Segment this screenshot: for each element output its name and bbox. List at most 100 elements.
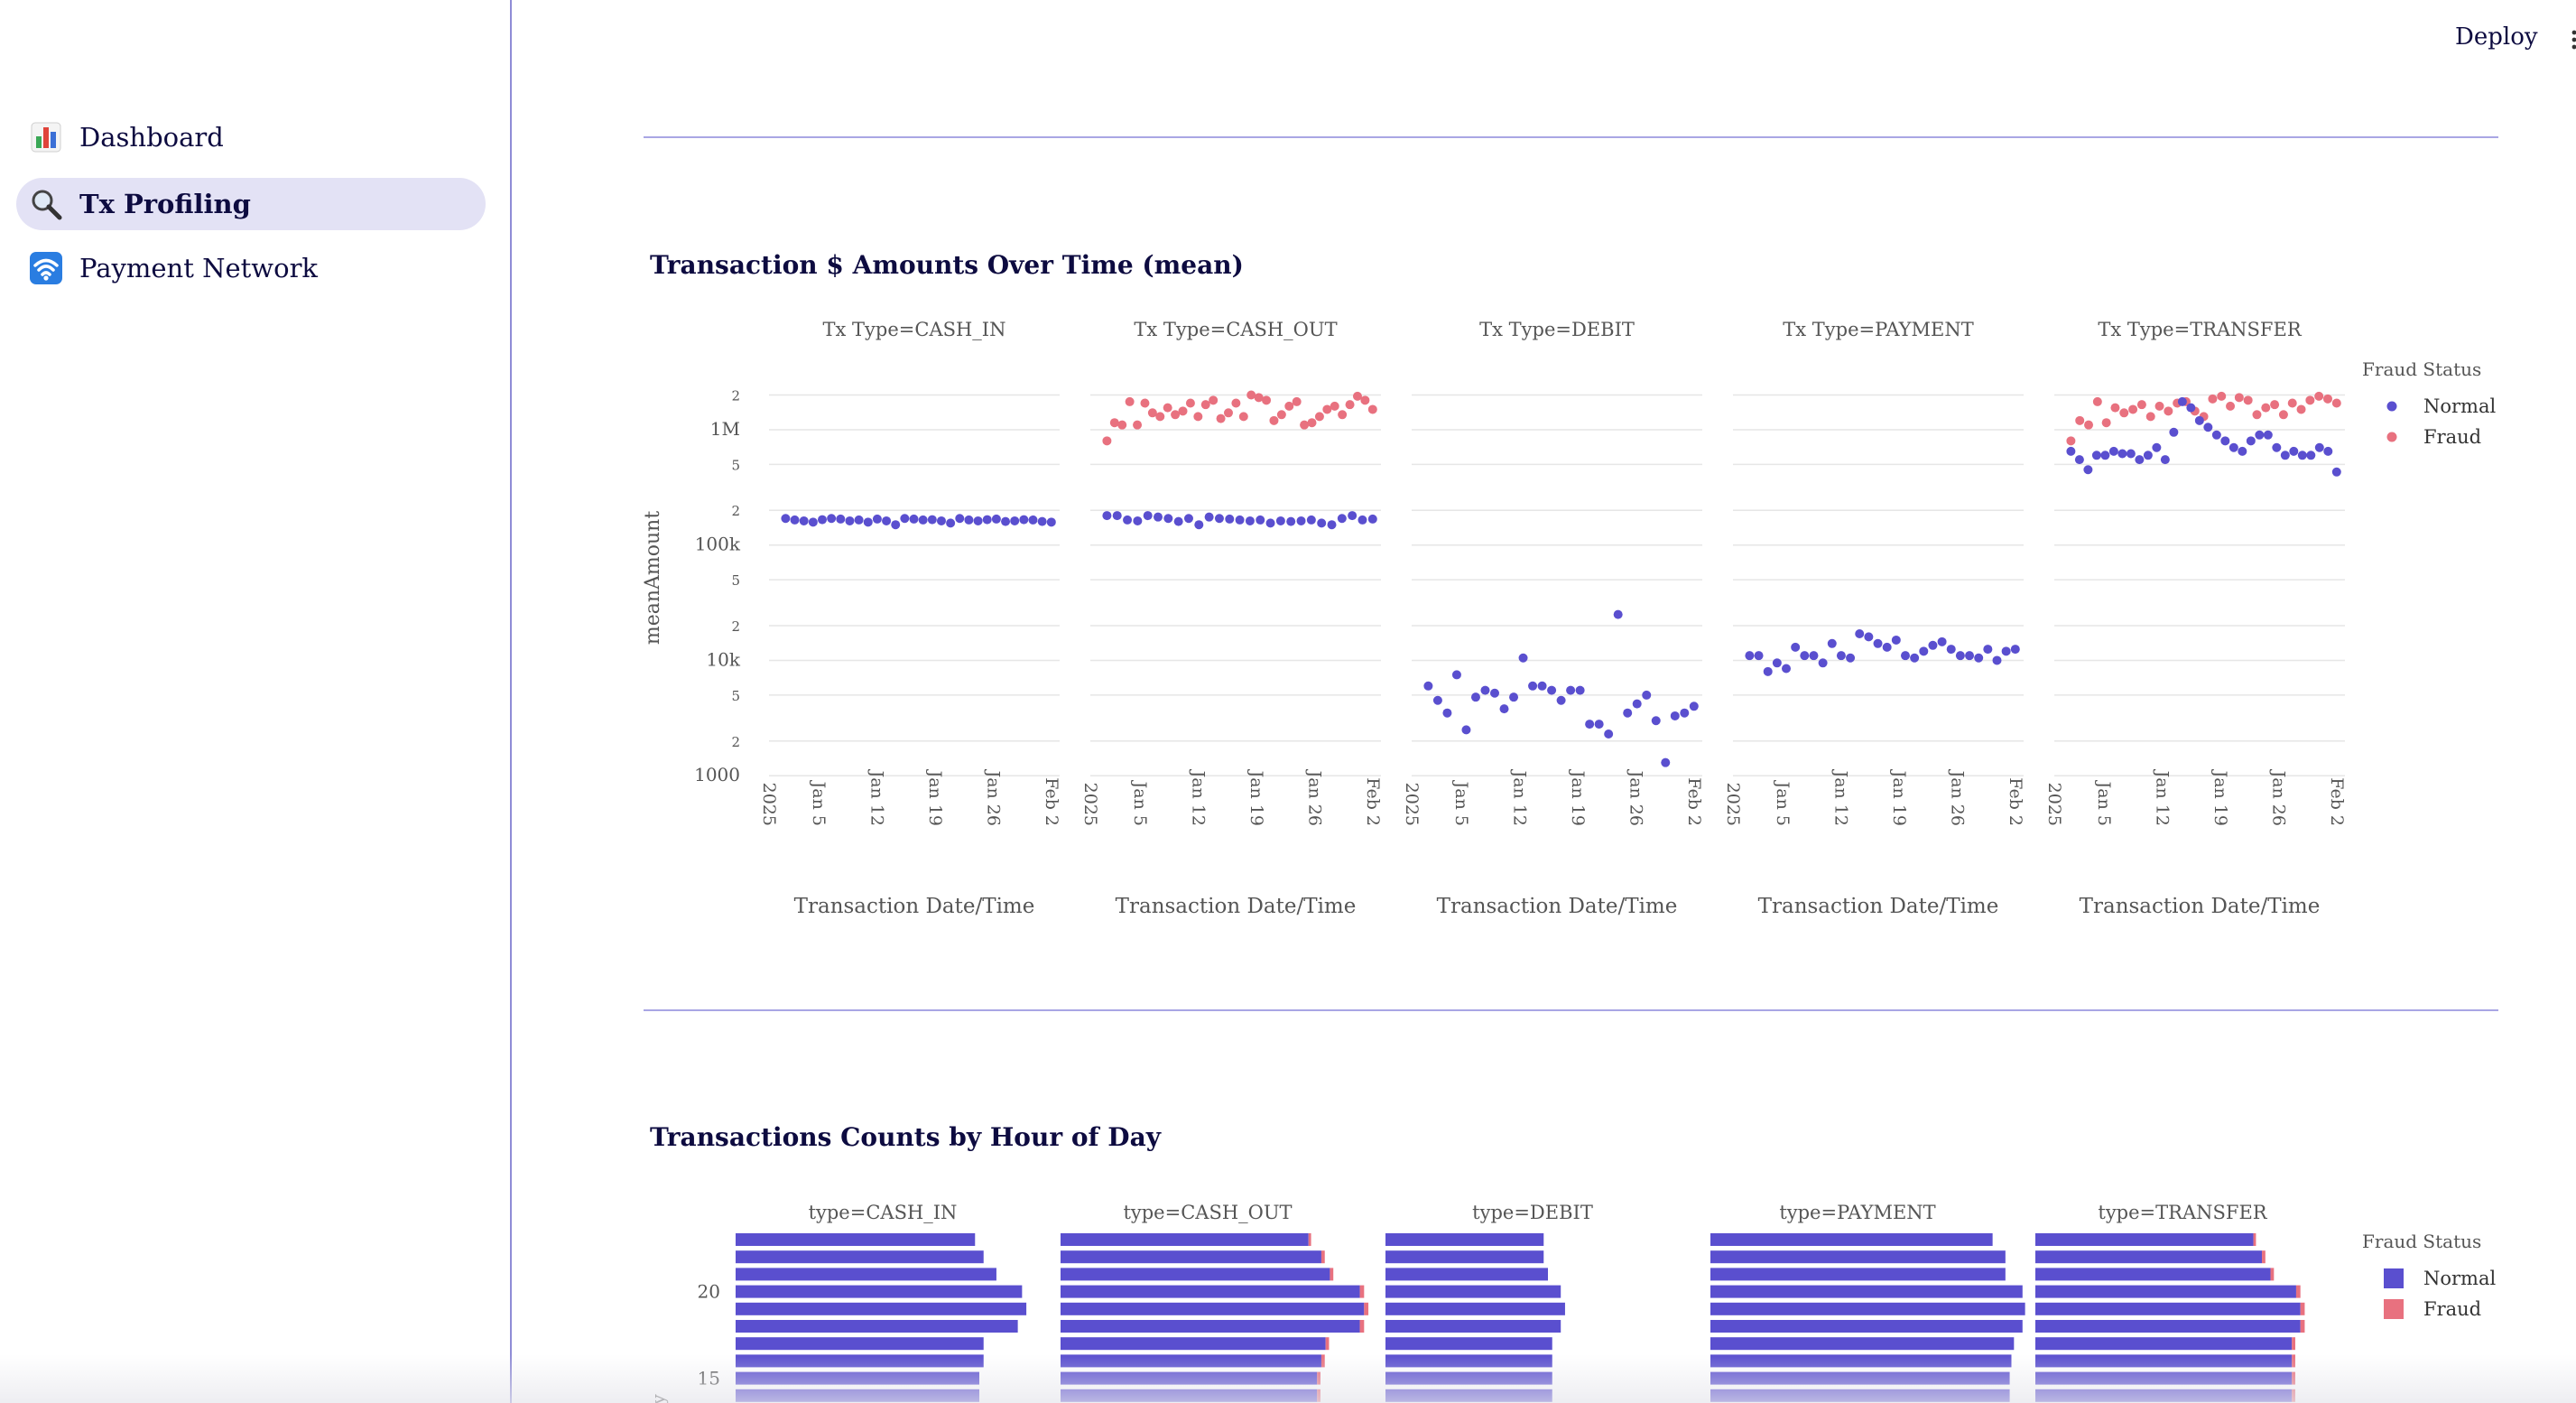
normal-point xyxy=(1509,692,1519,702)
normal-point xyxy=(2186,403,2196,413)
normal-point xyxy=(845,516,855,525)
normal-bar xyxy=(1710,1320,2023,1333)
normal-point xyxy=(1123,515,1133,525)
normal-point xyxy=(1256,515,1265,525)
fraud-point xyxy=(2145,412,2155,422)
normal-bar xyxy=(736,1285,1023,1298)
fraud-point xyxy=(1330,401,1339,411)
fraud-point xyxy=(1125,396,1135,406)
normal-point xyxy=(1827,638,1837,648)
normal-point xyxy=(1451,670,1461,680)
legend-title: Fraud Status xyxy=(2362,1231,2481,1252)
normal-bar xyxy=(2035,1285,2296,1298)
normal-point xyxy=(2323,446,2333,456)
fraud-point xyxy=(2322,394,2332,404)
normal-point xyxy=(2255,430,2265,440)
normal-point xyxy=(1265,518,1275,528)
sidebar-item-label: Dashboard xyxy=(79,122,224,153)
sidebar-item-tx-profiling[interactable]: Tx Profiling xyxy=(16,178,486,230)
fraud-point xyxy=(2270,400,2280,410)
normal-point xyxy=(781,514,791,524)
y-axis-label: y xyxy=(647,1394,669,1403)
normal-point xyxy=(1928,640,1938,650)
normal-point xyxy=(2229,442,2238,452)
normal-bar xyxy=(1385,1320,1561,1333)
normal-point xyxy=(827,514,837,524)
fraud-point xyxy=(2092,396,2102,406)
x-tick-label: 2025 xyxy=(1402,783,1422,826)
normal-bar xyxy=(1710,1389,2010,1402)
x-axis-label: Transaction Date/Time xyxy=(794,895,1035,918)
normal-bar xyxy=(1385,1233,1544,1246)
normal-point xyxy=(1937,636,1947,646)
legend-fraud-label: Fraud xyxy=(2423,1298,2481,1320)
y-tick-label: 1M xyxy=(710,418,740,440)
normal-point xyxy=(2066,446,2076,456)
facet-title: type=CASH_IN xyxy=(809,1202,958,1223)
normal-bar xyxy=(2035,1250,2263,1264)
amounts-section-title: Transaction $ Amounts Over Time (mean) xyxy=(650,250,1244,280)
fraud-bar xyxy=(2295,1285,2301,1298)
facet-title: Tx Type=CASH_IN xyxy=(823,319,1006,340)
normal-point xyxy=(2135,455,2145,465)
more-menu-icon[interactable] xyxy=(2565,25,2576,58)
x-tick-label: Jan 26 xyxy=(2268,769,2288,826)
normal-point xyxy=(1651,716,1661,726)
normal-point xyxy=(790,515,800,525)
normal-point xyxy=(1613,609,1623,619)
fraud-point xyxy=(1178,406,1188,416)
normal-bar xyxy=(2035,1268,2271,1281)
normal-bar xyxy=(1061,1371,1318,1385)
fraud-point xyxy=(1223,408,1233,418)
fraud-bar xyxy=(2292,1354,2295,1368)
normal-point xyxy=(2289,446,2299,456)
deploy-button[interactable]: Deploy xyxy=(2455,23,2538,51)
normal-point xyxy=(1955,651,1965,661)
fraud-point xyxy=(2243,395,2253,405)
normal-point xyxy=(1010,516,1020,525)
normal-bar xyxy=(1710,1302,2025,1315)
normal-point xyxy=(1245,516,1255,525)
fraud-point xyxy=(1314,412,1324,422)
fraud-point xyxy=(1102,436,1112,446)
sidebar-item-dashboard[interactable]: Dashboard xyxy=(16,111,486,163)
normal-point xyxy=(1306,515,1316,525)
fraud-point xyxy=(1209,395,1219,405)
x-tick-label: 2025 xyxy=(2044,783,2064,826)
fraud-point xyxy=(2252,410,2262,420)
normal-point xyxy=(872,514,882,524)
normal-point xyxy=(1818,658,1828,668)
normal-point xyxy=(2246,436,2256,446)
normal-bar xyxy=(1710,1371,2010,1385)
x-tick-label: Feb 2 xyxy=(1042,777,1061,826)
x-tick-label: Feb 2 xyxy=(1684,777,1704,826)
normal-point xyxy=(1763,666,1773,676)
fraud-point xyxy=(2066,436,2076,446)
normal-point xyxy=(2160,455,2170,465)
normal-point xyxy=(891,520,901,530)
normal-point xyxy=(2220,436,2230,446)
normal-point xyxy=(1661,757,1671,767)
x-tick-label: Jan 12 xyxy=(1831,769,1851,826)
fraud-bar xyxy=(2292,1389,2295,1402)
normal-point xyxy=(1809,651,1819,661)
normal-point xyxy=(1235,515,1245,525)
fraud-point xyxy=(2331,398,2341,408)
fraud-point xyxy=(2154,401,2164,411)
fraud-point xyxy=(2261,403,2271,413)
fraud-point xyxy=(1338,410,1348,420)
normal-point xyxy=(927,515,937,525)
legend-normal-marker xyxy=(2386,401,2397,412)
normal-point xyxy=(2306,451,2316,460)
normal-bar xyxy=(1385,1250,1544,1264)
normal-point xyxy=(1317,518,1327,528)
fraud-point xyxy=(2075,415,2085,425)
hour-counts-bar-chart: y 20 15 type=CASH_IN type=CASH_OUT type=DEBIT… xyxy=(647,1202,2496,1403)
sidebar-item-payment-network[interactable]: Payment Network xyxy=(16,242,486,294)
normal-point xyxy=(1800,651,1810,661)
legend-fraud-swatch xyxy=(2384,1299,2404,1319)
fraud-bar xyxy=(1320,1354,1325,1368)
legend-normal-label: Normal xyxy=(2423,395,2496,417)
normal-point xyxy=(1001,516,1011,526)
magnifier-icon xyxy=(29,187,63,221)
